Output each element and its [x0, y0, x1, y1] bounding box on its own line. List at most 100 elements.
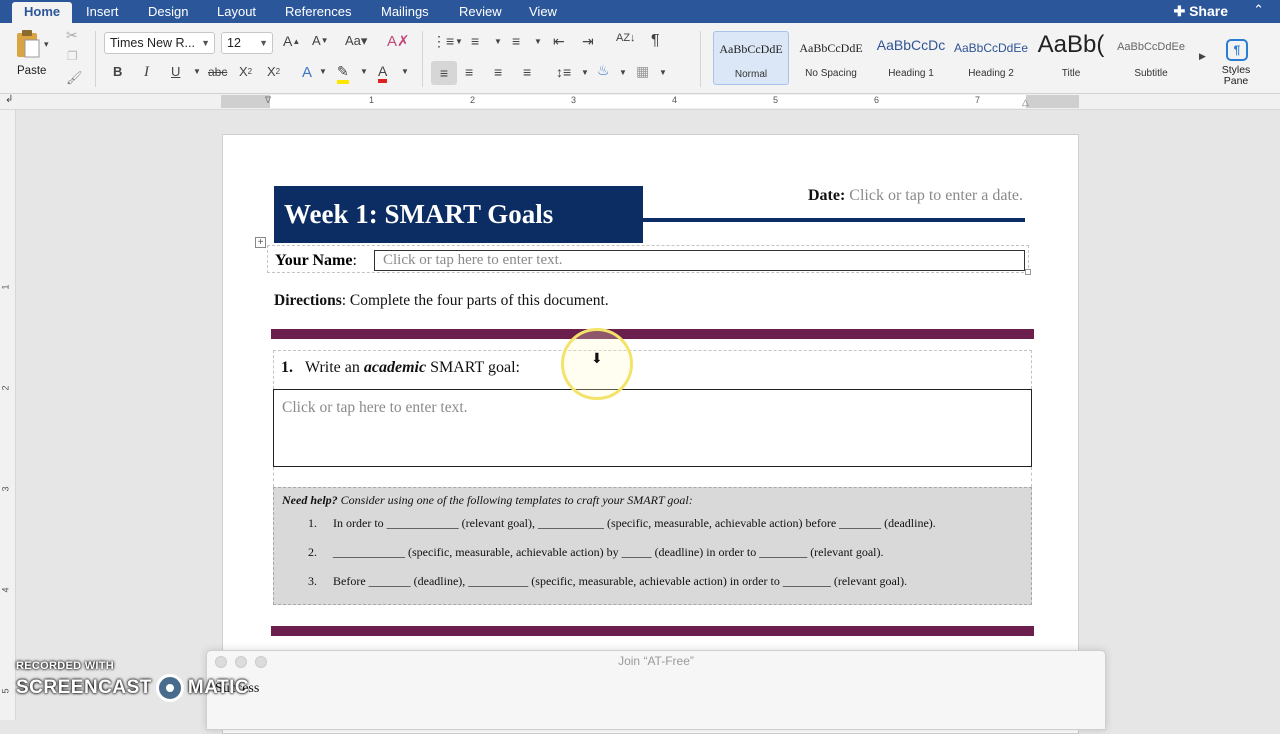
chevron-down-icon: ▼ — [259, 38, 268, 48]
join-window: Join “AT-Free” Success — [206, 650, 1106, 730]
directions-label: Directions — [274, 292, 342, 309]
name-field[interactable]: Click or tap here to enter text. — [374, 250, 1025, 271]
tab-review[interactable]: Review — [459, 3, 502, 23]
highlight-icon[interactable]: ✎ — [337, 63, 349, 84]
tab-design[interactable]: Design — [148, 3, 188, 23]
ruler-right-margin — [1026, 95, 1079, 108]
table-move-handle-icon[interactable]: + — [255, 237, 266, 248]
style-sample: AaBb( — [1037, 31, 1105, 58]
style-name: Heading 1 — [888, 68, 934, 79]
document-page[interactable]: Week 1: SMART Goals Date: Click or tap t… — [222, 134, 1079, 734]
style-no-spacing[interactable]: AaBbCcDdE No Spacing — [793, 31, 869, 85]
styles-pane-label[interactable]: Styles Pane — [1216, 65, 1256, 87]
answer-field[interactable]: Click or tap here to enter text. — [273, 389, 1032, 467]
copy-icon[interactable]: ❐ — [67, 49, 78, 63]
ribbon-divider — [95, 31, 96, 87]
bullets-icon[interactable]: ⋮≡ — [432, 33, 454, 50]
show-formatting-marks-icon[interactable]: ¶ — [651, 32, 660, 50]
numbering-chevron-icon[interactable]: ▼ — [494, 37, 502, 46]
strikethrough-button[interactable]: abc — [208, 65, 227, 79]
align-left-button[interactable]: ≡ — [431, 61, 457, 85]
vertical-ruler[interactable]: 1 2 3 4 5 — [0, 110, 16, 720]
share-label: Share — [1189, 3, 1228, 19]
horizontal-ruler[interactable]: 1 2 3 4 5 6 7 ∇ △ — [221, 95, 1079, 108]
style-subtitle[interactable]: AaBbCcDdEe Subtitle — [1113, 31, 1189, 85]
tab-view[interactable]: View — [529, 3, 557, 23]
table-resize-handle[interactable] — [1025, 269, 1031, 275]
multilevel-chevron-icon[interactable]: ▼ — [534, 37, 542, 46]
tab-references[interactable]: References — [285, 3, 351, 23]
align-right-button[interactable]: ≡ — [494, 64, 502, 80]
multilevel-list-icon[interactable]: ≡ — [512, 33, 520, 49]
shading-chevron-icon[interactable]: ▼ — [619, 68, 627, 77]
format-painter-icon[interactable]: 🖌 — [66, 70, 83, 86]
watermark-brand-right: MATIC — [187, 677, 250, 698]
align-center-button[interactable]: ≡ — [465, 64, 473, 80]
text-effects-chevron-icon[interactable]: ▼ — [319, 67, 327, 76]
grow-font-icon[interactable]: A ▲ — [283, 33, 300, 49]
line-spacing-chevron-icon[interactable]: ▼ — [581, 68, 589, 77]
date-line: Date: Click or tap to enter a date. — [808, 187, 1023, 205]
ruler-number: 1 — [0, 284, 11, 290]
style-sample: AaBbCcDdE — [799, 41, 863, 55]
right-indent-marker-icon[interactable]: △ — [1022, 97, 1029, 108]
section-divider — [271, 329, 1034, 339]
collapse-ribbon-icon[interactable]: ⌃ — [1253, 2, 1264, 18]
share-button[interactable]: ✚ Share — [1173, 3, 1228, 20]
justify-button[interactable]: ≡ — [523, 64, 531, 80]
shading-icon[interactable]: ♨ — [597, 62, 610, 79]
shrink-font-icon[interactable]: A ▼ — [312, 33, 329, 48]
style-name: No Spacing — [805, 68, 857, 79]
style-heading-2[interactable]: AaBbCcDdEe Heading 2 — [953, 31, 1029, 85]
mouse-pointer-icon: ⬇ — [591, 350, 603, 366]
indent-marker-icon[interactable]: ∇ — [265, 95, 271, 106]
decrease-indent-icon[interactable]: ⇤ — [553, 33, 565, 50]
style-title[interactable]: AaBb( Title — [1033, 31, 1109, 85]
text-effects-icon[interactable]: A — [302, 64, 312, 81]
italic-button[interactable]: I — [144, 64, 149, 81]
style-normal[interactable]: AaBbCcDdE Normal — [713, 31, 789, 85]
bullets-chevron-icon[interactable]: ▼ — [455, 37, 463, 46]
ribbon-divider — [700, 31, 701, 87]
style-heading-1[interactable]: AaBbCcDc Heading 1 — [873, 31, 949, 85]
styles-pane-icon[interactable]: ¶ — [1226, 39, 1248, 61]
clear-formatting-icon[interactable]: A✗ — [387, 32, 410, 50]
help-item: 2. ____________ (specific, measurable, ac… — [308, 545, 883, 560]
question-emphasis: academic — [363, 359, 427, 376]
bold-button[interactable]: B — [113, 64, 122, 79]
ruler-number: 4 — [0, 587, 11, 593]
help-item: 3. Before _______ (deadline), __________ … — [308, 574, 907, 589]
styles-more-icon[interactable]: ▶ — [1199, 51, 1206, 62]
change-case-icon[interactable]: Aa▾ — [345, 33, 367, 49]
tab-insert[interactable]: Insert — [86, 3, 119, 23]
help-item-text: ____________ (specific, measurable, achi… — [333, 545, 884, 559]
paste-button[interactable] — [13, 29, 43, 59]
document-title: Week 1: SMART Goals — [284, 199, 554, 229]
highlight-chevron-icon[interactable]: ▼ — [360, 67, 368, 76]
tab-selector-icon[interactable]: ↲ — [5, 94, 13, 105]
question-1-header: 1. Write an academic SMART goal: — [273, 350, 1032, 389]
add-person-icon: ✚ — [1173, 3, 1186, 19]
tab-home[interactable]: Home — [12, 2, 73, 23]
directions-text: : Complete the four parts of this docume… — [341, 292, 609, 309]
date-picker-field[interactable]: Click or tap to enter a date. — [849, 187, 1023, 204]
increase-indent-icon[interactable]: ⇥ — [582, 33, 594, 50]
underline-options-chevron-icon[interactable]: ▼ — [193, 67, 201, 76]
underline-button[interactable]: U — [171, 64, 180, 79]
cut-icon[interactable]: ✂ — [66, 27, 78, 44]
borders-icon[interactable]: ▦ — [636, 63, 649, 80]
tab-mailings[interactable]: Mailings — [381, 3, 429, 23]
subscript-button[interactable]: X2 — [239, 64, 252, 79]
font-color-chevron-icon[interactable]: ▼ — [401, 67, 409, 76]
tab-layout[interactable]: Layout — [217, 3, 256, 23]
font-family-dropdown[interactable]: Times New R... ▼ — [104, 32, 215, 54]
font-size-dropdown[interactable]: 12 ▼ — [221, 32, 273, 54]
numbering-icon[interactable]: ≡ — [471, 33, 479, 49]
font-color-icon[interactable]: A — [378, 63, 388, 83]
borders-chevron-icon[interactable]: ▼ — [659, 68, 667, 77]
sort-icon[interactable]: AZ↓ — [616, 32, 636, 44]
superscript-button[interactable]: X2 — [267, 64, 280, 79]
ruler-number: 6 — [874, 95, 880, 105]
line-spacing-icon[interactable]: ↕≡ — [556, 64, 571, 80]
paste-options-chevron-icon[interactable]: ▾ — [44, 39, 49, 50]
